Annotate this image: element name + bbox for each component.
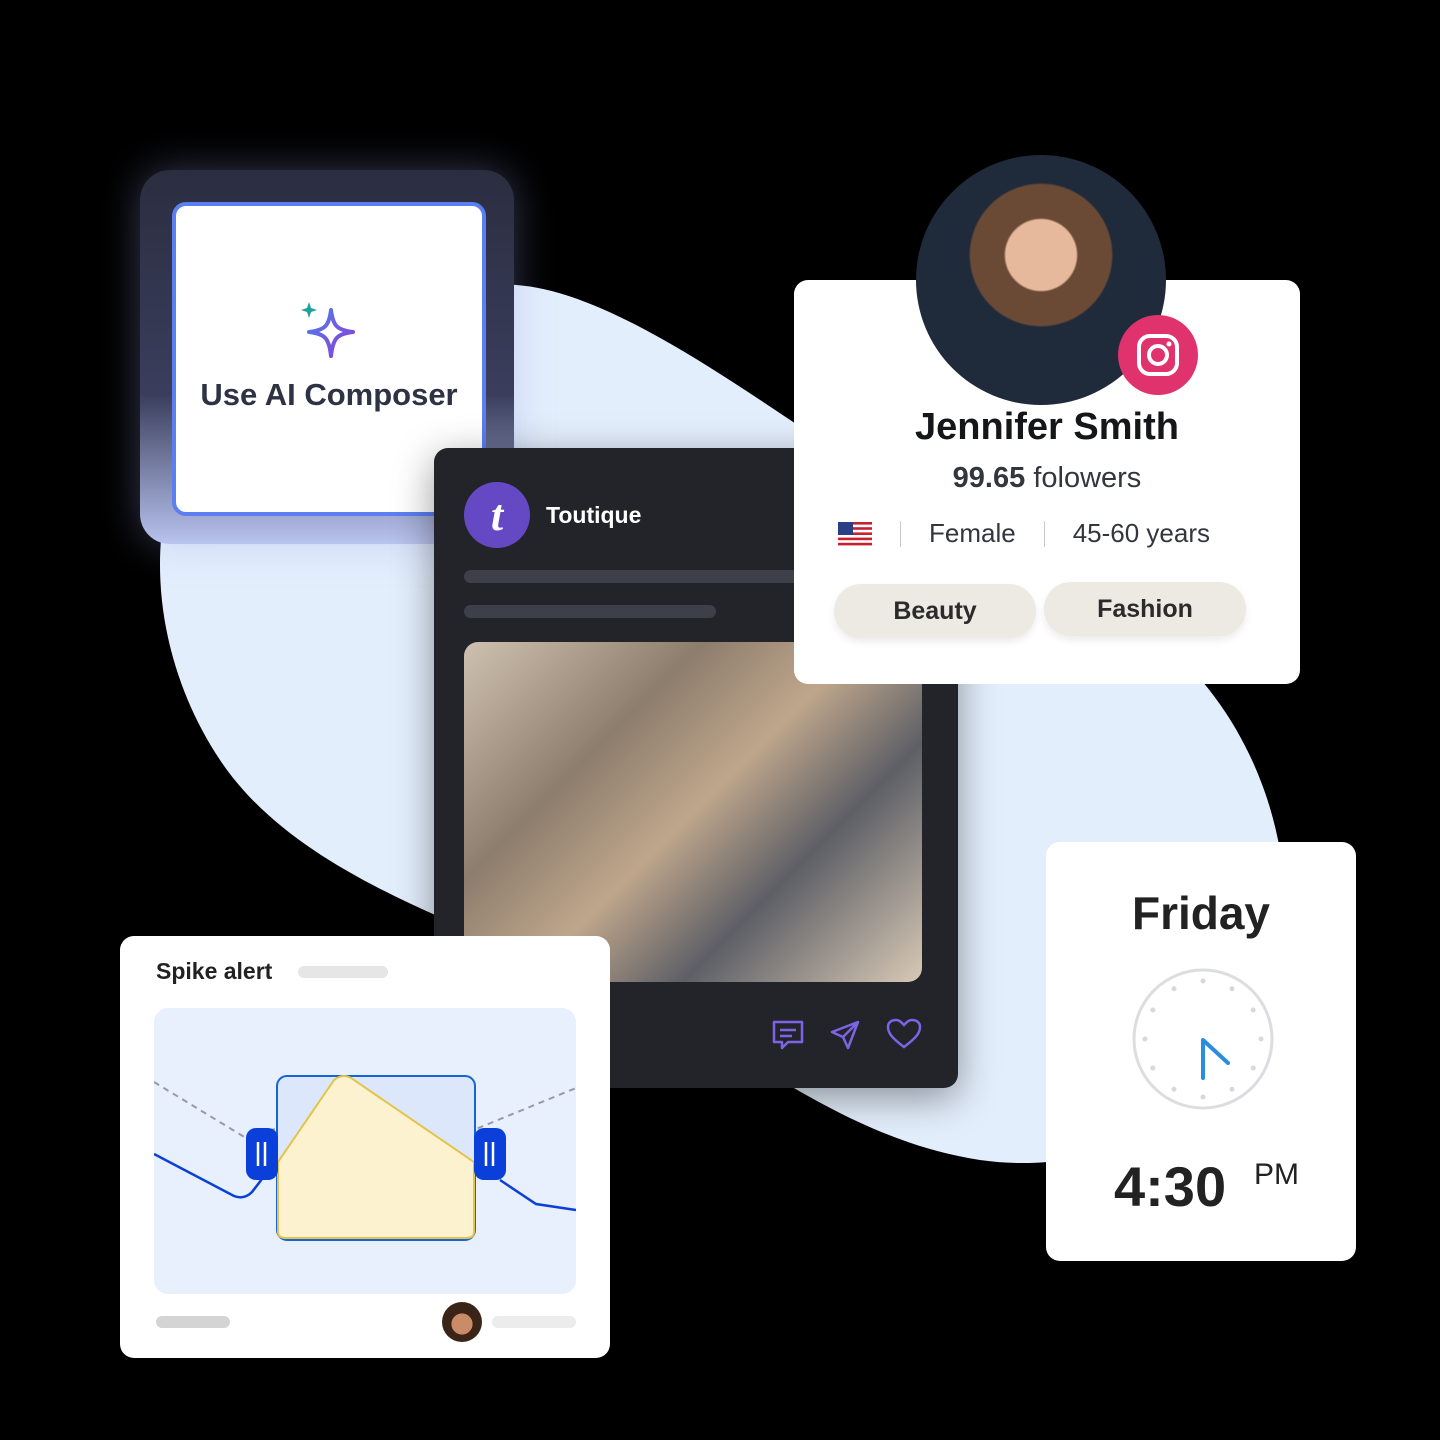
text-placeholder xyxy=(464,570,804,583)
clock-tick xyxy=(1200,978,1206,984)
comment-icon[interactable] xyxy=(770,1018,806,1052)
spike-alert-title: Spike alert xyxy=(156,958,273,984)
clock-tick xyxy=(1250,1007,1256,1013)
clock-tick xyxy=(1258,1036,1264,1042)
follower-number: 99.65 xyxy=(952,462,1026,494)
profile-meta: Female 45-60 years xyxy=(838,518,1210,549)
schedule-time: 4:30 xyxy=(1114,1155,1227,1218)
spike-alert-card: Spike alert xyxy=(120,936,610,1358)
clock-tick xyxy=(1250,1065,1256,1071)
follower-count: 99.65 folowers xyxy=(794,462,1300,495)
post-image xyxy=(464,642,922,982)
text-placeholder xyxy=(492,1316,576,1328)
text-placeholder xyxy=(298,966,388,978)
schedule-ampm: PM xyxy=(1254,1158,1299,1191)
brand-logo: t xyxy=(464,482,530,548)
text-placeholder xyxy=(156,1316,230,1328)
clock-tick xyxy=(1171,986,1177,992)
gender: Female xyxy=(929,518,1016,548)
text-placeholder xyxy=(464,605,716,618)
schedule-card: Friday 4:30 PM xyxy=(1046,842,1356,1261)
brand-name: Toutique xyxy=(546,502,642,528)
sparkle-icon xyxy=(301,302,355,358)
clock-tick xyxy=(1150,1065,1156,1071)
follower-label: folowers xyxy=(1033,462,1142,494)
tag-fashion[interactable]: Fashion xyxy=(1044,582,1246,636)
clock-tick xyxy=(1229,1086,1235,1092)
clock-tick xyxy=(1200,1094,1206,1100)
us-flag-icon xyxy=(838,521,872,546)
schedule-day: Friday xyxy=(1131,887,1271,939)
heart-icon[interactable] xyxy=(886,1018,922,1050)
ai-composer-label: Use AI Composer xyxy=(200,377,458,412)
divider xyxy=(900,520,901,547)
instagram-icon xyxy=(1118,315,1198,395)
spike-chart xyxy=(154,1008,576,1294)
send-icon[interactable] xyxy=(828,1018,862,1052)
clock-icon xyxy=(1132,968,1274,1110)
age-range: 45-60 years xyxy=(1072,518,1211,548)
clock-tick xyxy=(1171,1086,1177,1092)
right-handle xyxy=(474,1128,506,1180)
divider xyxy=(1043,520,1045,547)
user-avatar xyxy=(442,1302,482,1342)
profile-name: Jennifer Smith xyxy=(915,406,1179,448)
tag-beauty[interactable]: Beauty xyxy=(834,584,1036,638)
clock-tick xyxy=(1229,986,1235,992)
clock-tick xyxy=(1142,1036,1148,1042)
clock-tick xyxy=(1150,1007,1156,1013)
left-handle xyxy=(246,1128,278,1180)
